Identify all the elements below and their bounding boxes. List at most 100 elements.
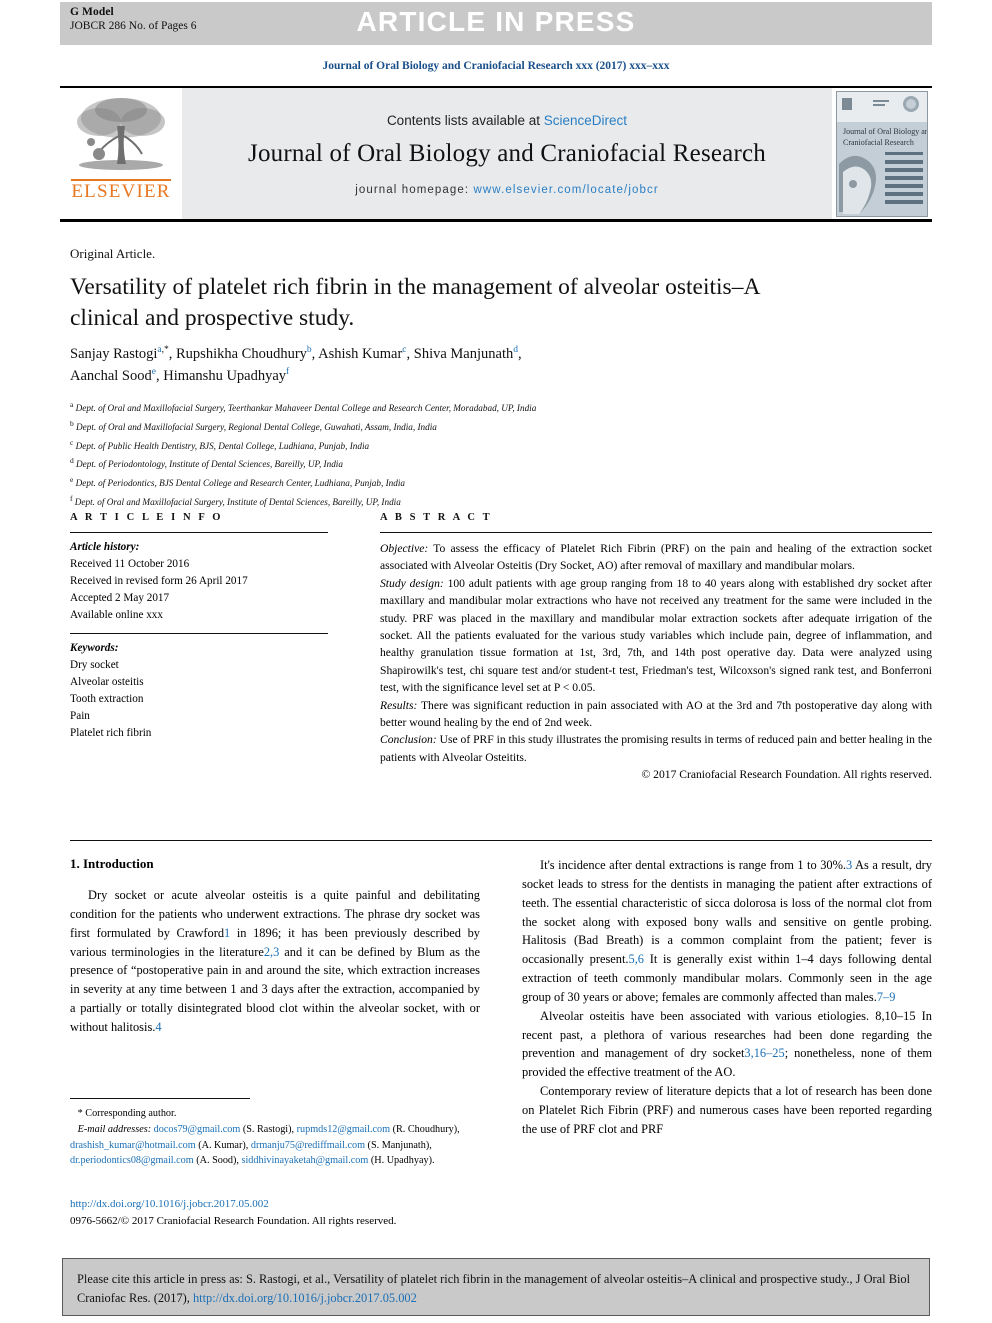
article-history-block: Article history: Received 11 October 201… [70, 533, 328, 633]
author-affil-mark: f [286, 367, 290, 378]
homepage-label: journal homepage: [355, 184, 470, 196]
corresponding-author-mark: ,* [161, 345, 169, 356]
emails-label: E-mail addresses: [77, 1123, 152, 1135]
email-link[interactable]: docos79@gmail.com [154, 1124, 241, 1135]
author-affil-mark: b [306, 345, 312, 356]
email-link[interactable]: drashish_kumar@hotmail.com [70, 1140, 196, 1151]
author-item: Sanjay Rastogia,* [70, 345, 169, 362]
email-link[interactable]: dr.periodontics08@gmail.com [70, 1155, 194, 1166]
elsevier-wordmark: ELSEVIER [71, 179, 171, 202]
email-link[interactable]: rupmds12@gmail.com [297, 1124, 390, 1135]
affiliation-item: d Dept. of Periodontology, Institute of … [70, 454, 930, 473]
journal-cover-thumbnail: Journal of Oral Biology and Craniofacial… [832, 88, 932, 219]
corresponding-author-note: * Corresponding author. [70, 1106, 482, 1122]
history-item: Received 11 October 2016 [70, 558, 190, 571]
journal-homepage-line: journal homepage: www.elsevier.com/locat… [355, 184, 659, 196]
email-owner: (S. Manjunath) [367, 1139, 430, 1151]
article-in-press-banner: G Model JOBCR 286 No. of Pages 6 ARTICLE… [60, 2, 932, 45]
article-history-label: Article history: [70, 541, 140, 553]
email-owner: (H. Upadhyay) [370, 1155, 432, 1167]
author-item: Shiva Manjunathd [413, 345, 518, 362]
abstract-design-label: Study design: [380, 576, 444, 590]
email-link[interactable]: drmanju75@rediffmail.com [251, 1140, 365, 1151]
abstract-objective: Objective: To assess the efficacy of Pla… [380, 540, 932, 575]
cover-artwork-icon: Journal of Oral Biology and Craniofacial… [837, 91, 927, 216]
cite-doi-link[interactable]: http://dx.doi.org/10.1016/j.jobcr.2017.0… [193, 1291, 417, 1305]
email-link[interactable]: siddhivinayaketah@gmail.com [242, 1155, 369, 1166]
keyword-item: Dry socket [70, 659, 119, 672]
article-title: Versatility of platelet rich fibrin in t… [70, 274, 760, 332]
intro-paragraph: Dry socket or acute alveolar osteitis is… [70, 888, 480, 1034]
journal-title: Journal of Oral Biology and Craniofacial… [248, 140, 766, 167]
svg-text:Journal of Oral Biology and: Journal of Oral Biology and [843, 127, 927, 136]
doi-block: http://dx.doi.org/10.1016/j.jobcr.2017.0… [70, 1196, 482, 1229]
author-name: Sanjay Rastogi [70, 346, 158, 362]
intro-paragraph: It's incidence after dental extractions … [522, 858, 932, 1004]
author-item: Rupshikha Choudhuryb [176, 345, 312, 362]
article-doi-link[interactable]: http://dx.doi.org/10.1016/j.jobcr.2017.0… [70, 1196, 482, 1213]
abstract-results-text: There was significant reduction in pain … [380, 698, 932, 729]
contents-prefix: Contents lists available at [386, 113, 544, 128]
abstract-design: Study design: 100 adult patients with ag… [380, 575, 932, 697]
author-list: Sanjay Rastogia,*, Rupshikha Choudhuryb,… [70, 345, 522, 385]
author-affil-mark: c [402, 345, 407, 356]
article-info-column: A R T I C L E I N F O Article history: R… [70, 512, 328, 783]
affiliation-item: a Dept. of Oral and Maxillofacial Surger… [70, 398, 930, 417]
intro-paragraph: Contemporary review of literature depict… [522, 1084, 932, 1136]
email-owner: (A. Sood) [196, 1155, 237, 1167]
abstract-conclusion-text: Use of PRF in this study illustrates the… [380, 733, 932, 764]
abstract-column: A B S T R A C T Objective: To assess the… [380, 512, 932, 783]
abstract-results-label: Results: [380, 698, 418, 712]
abstract-copyright: © 2017 Craniofacial Research Foundation.… [641, 768, 932, 782]
article-type-kicker: Original Article. [70, 246, 156, 261]
affiliation-list: a Dept. of Oral and Maxillofacial Surger… [70, 398, 930, 511]
abstract-design-text: 100 adult patients with age group rangin… [380, 576, 932, 695]
cover-image: Journal of Oral Biology and Craniofacial… [836, 90, 928, 217]
body-right-column: It's incidence after dental extractions … [522, 856, 932, 1139]
author-affil-mark: e [151, 367, 156, 378]
affiliation-item: b Dept. of Oral and Maxillofacial Surger… [70, 417, 930, 436]
abstract-body: Objective: To assess the efficacy of Pla… [380, 533, 932, 783]
corresponding-marker: * [77, 1108, 83, 1119]
journal-running-head: Journal of Oral Biology and Craniofacial… [322, 60, 670, 72]
keyword-item: Alveolar osteitis [70, 676, 144, 689]
abstract-conclusion: Conclusion: Use of PRF in this study ill… [380, 731, 932, 766]
corresponding-label: Corresponding author. [85, 1108, 177, 1119]
intro-paragraph: Alveolar osteitis have been associated w… [522, 1008, 932, 1080]
author-name: Himanshu Upadhyay [163, 368, 287, 385]
affil-text: Dept. of Oral and Maxillofacial Surgery,… [76, 421, 437, 432]
author-name: Rupshikha Choudhury [176, 346, 307, 362]
affil-mark: f [70, 493, 73, 503]
author-item: Himanshu Upadhyayf [163, 367, 290, 385]
info-abstract-region: A R T I C L E I N F O Article history: R… [70, 512, 932, 783]
affil-mark: e [70, 475, 74, 485]
affil-text: Dept. of Periodontics, BJS Dental Colleg… [75, 478, 405, 489]
author-name: Shiva Manjunath [413, 346, 514, 362]
abstract-results: Results: There was significant reduction… [380, 697, 932, 732]
affil-mark: a [70, 400, 74, 409]
affil-mark: b [70, 418, 74, 428]
section-heading-introduction: 1. Introduction [70, 856, 154, 871]
history-item: Received in revised form 26 April 2017 [70, 575, 248, 588]
history-item: Available online xxx [70, 609, 163, 622]
keywords-block: Keywords: Dry socket Alveolar osteitis T… [70, 634, 328, 751]
author-affil-mark: d [513, 345, 518, 356]
article-page: G Model JOBCR 286 No. of Pages 6 ARTICLE… [0, 0, 992, 1323]
author-name: Ashish Kumar [318, 346, 403, 362]
affil-text: Dept. of Public Health Dentistry, BJS, D… [75, 440, 370, 451]
svg-text:Craniofacial Research: Craniofacial Research [843, 138, 914, 147]
homepage-url[interactable]: www.elsevier.com/locate/jobcr [473, 184, 658, 196]
sciencedirect-link[interactable]: ScienceDirect [544, 113, 627, 128]
elsevier-logo: ELSEVIER [60, 88, 182, 219]
body-separator-rule [70, 840, 932, 841]
keyword-item: Platelet rich fibrin [70, 727, 152, 740]
abstract-objective-text: To assess the efficacy of Platelet Rich … [380, 542, 932, 573]
affil-text: Dept. of Oral and Maxillofacial Surgery,… [75, 403, 537, 414]
footnote-block: * Corresponding author. E-mail addresses… [70, 1106, 482, 1169]
keyword-item: Pain [70, 710, 90, 723]
abstract-conclusion-label: Conclusion: [380, 733, 437, 747]
author-item: Aanchal Soode [70, 367, 156, 385]
affil-text: Dept. of Periodontology, Institute of De… [76, 459, 343, 470]
email-addresses-note: E-mail addresses: docos79@gmail.com (S. … [70, 1123, 460, 1167]
affil-mark: d [70, 456, 74, 466]
